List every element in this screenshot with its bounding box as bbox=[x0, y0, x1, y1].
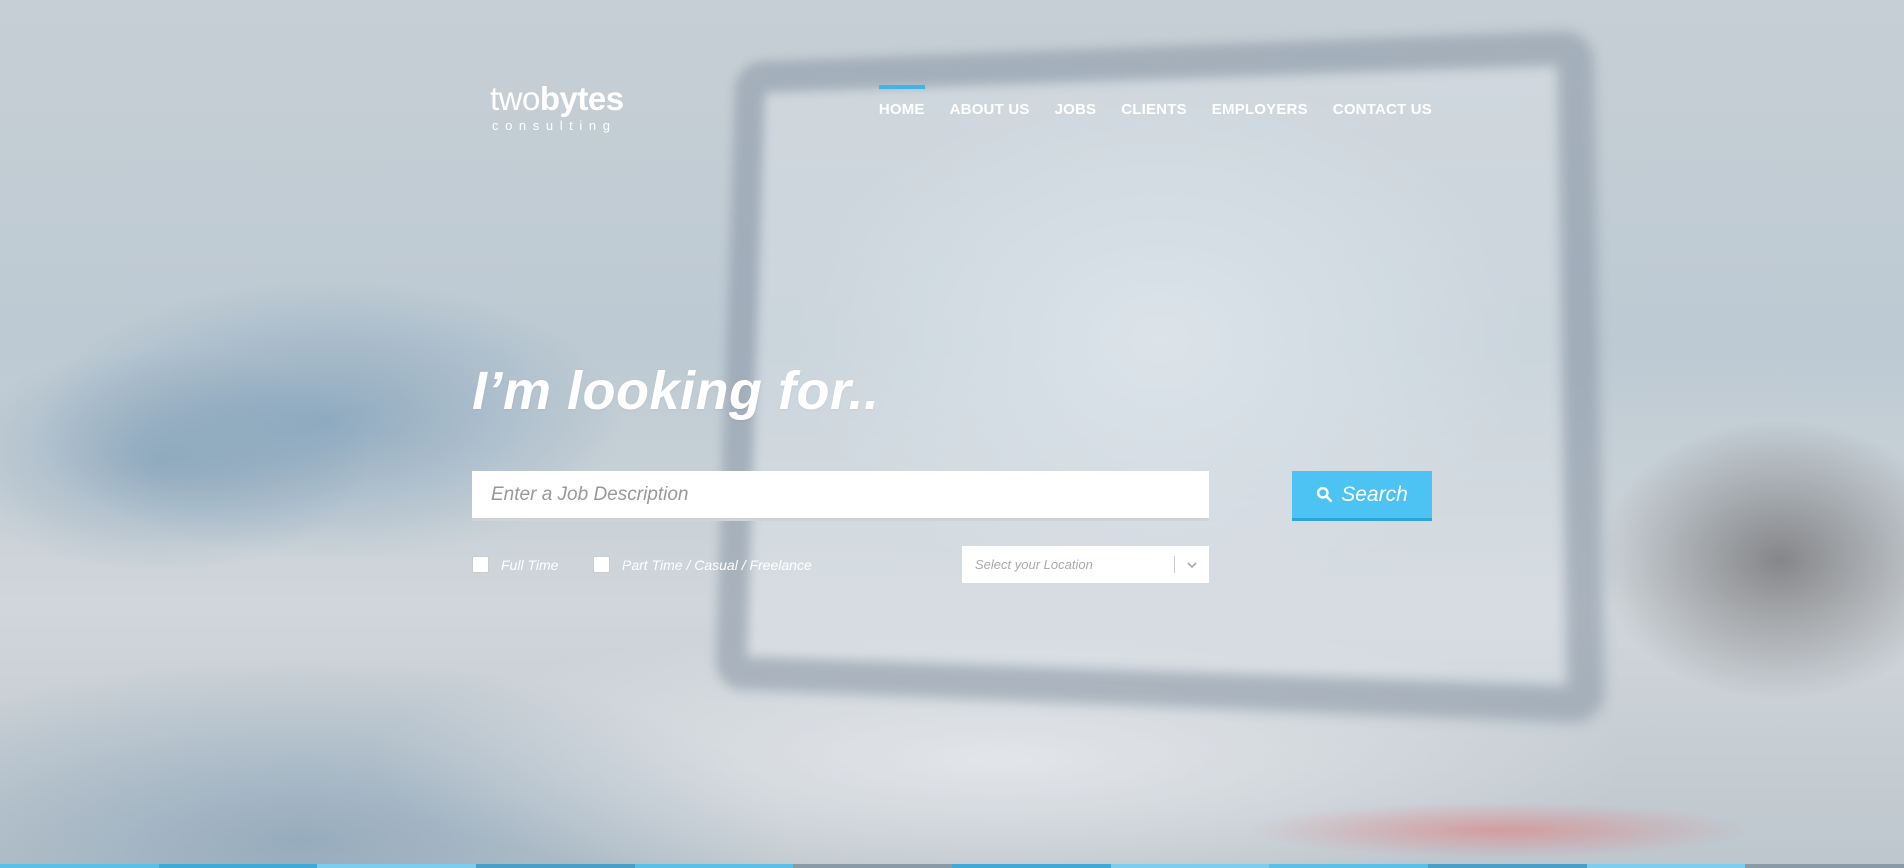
nav-item-home[interactable]: HOME bbox=[878, 85, 925, 118]
hero-headline: I’m looking for.. bbox=[472, 361, 880, 421]
logo-tagline: consulting bbox=[492, 118, 617, 133]
nav-item-about-us[interactable]: ABOUT US bbox=[950, 85, 1030, 118]
nav-item-contact-us[interactable]: CONTACT US bbox=[1333, 85, 1432, 118]
part-time-checkbox[interactable]: Part Time / Casual / Freelance bbox=[593, 556, 812, 573]
location-select-placeholder: Select your Location bbox=[975, 557, 1093, 572]
full-time-checkbox[interactable]: Full Time bbox=[472, 556, 558, 573]
logo-word-two: two bbox=[490, 80, 540, 117]
nav-item-employers[interactable]: EMPLOYERS bbox=[1212, 85, 1308, 118]
full-time-label: Full Time bbox=[501, 556, 559, 573]
brand-logo[interactable]: twobytes consulting bbox=[490, 82, 624, 132]
job-description-input[interactable] bbox=[472, 471, 1209, 521]
background-overlay bbox=[0, 0, 1904, 868]
main-navigation: HOME ABOUT US JOBS CLIENTS EMPLOYERS CON… bbox=[878, 85, 1432, 118]
location-select[interactable]: Select your Location bbox=[962, 546, 1209, 583]
full-time-checkbox-box[interactable] bbox=[472, 556, 489, 573]
logo-word-bytes: bytes bbox=[539, 80, 624, 117]
bottom-color-bar bbox=[0, 864, 1904, 868]
logo-wordmark: twobytes bbox=[490, 80, 624, 117]
part-time-label: Part Time / Casual / Freelance bbox=[622, 556, 812, 573]
chevron-down-icon[interactable] bbox=[1175, 560, 1209, 570]
nav-item-jobs[interactable]: JOBS bbox=[1055, 85, 1097, 118]
nav-item-clients[interactable]: CLIENTS bbox=[1121, 85, 1187, 118]
search-icon bbox=[1317, 486, 1333, 503]
part-time-checkbox-box[interactable] bbox=[593, 556, 610, 573]
search-button-label: Search bbox=[1341, 482, 1408, 506]
search-button[interactable]: Search bbox=[1292, 471, 1432, 521]
